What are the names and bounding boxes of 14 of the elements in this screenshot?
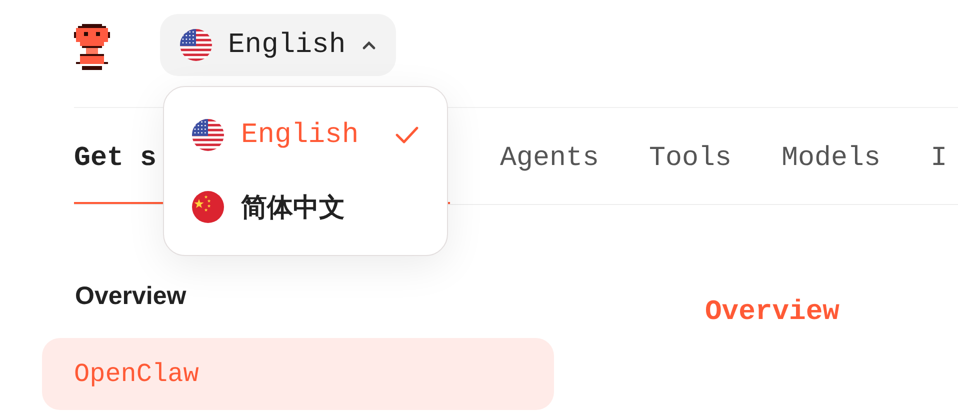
caret-icon — [362, 40, 376, 50]
nav-tab[interactable]: I — [930, 108, 948, 204]
nav-tab[interactable]: Agents — [500, 108, 600, 204]
robot-logo-icon[interactable] — [74, 24, 110, 72]
check-icon — [395, 126, 419, 144]
section-heading: Overview — [75, 281, 188, 311]
nav-tab[interactable]: Models — [782, 108, 881, 204]
page-heading: Overview — [705, 297, 840, 330]
language-button[interactable]: English — [160, 14, 396, 76]
flag-icon — [180, 29, 212, 61]
language-option[interactable]: 简体中文 — [164, 171, 447, 243]
flag-icon — [192, 191, 224, 223]
nav-tab[interactable]: Tools — [649, 108, 732, 204]
flag-icon — [192, 119, 224, 151]
